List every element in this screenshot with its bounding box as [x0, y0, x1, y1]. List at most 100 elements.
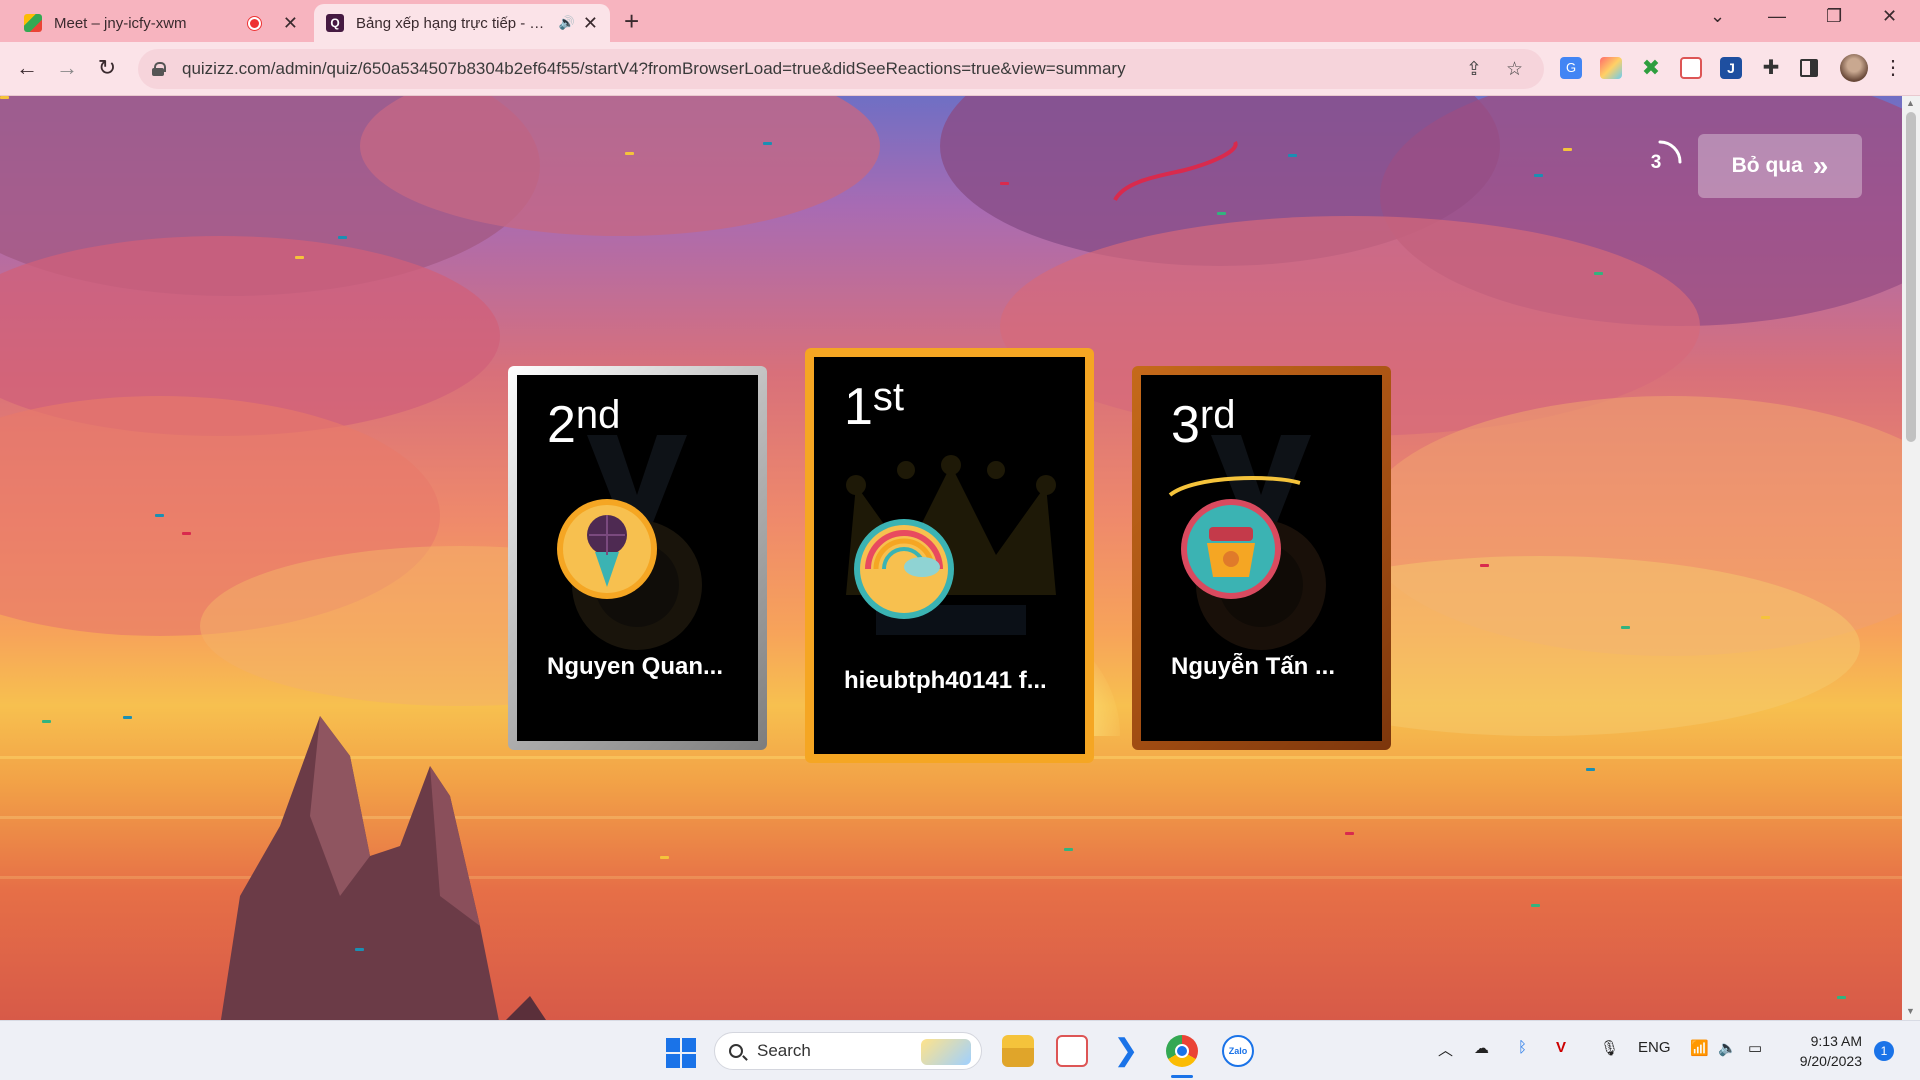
double-chevron-right-icon: » — [1812, 150, 1829, 181]
confetti — [1217, 212, 1226, 215]
tab-search-icon[interactable]: ⌄ — [1710, 6, 1725, 27]
player-name: Nguyen Quan... — [547, 653, 724, 680]
active-app-indicator — [1171, 1075, 1193, 1078]
confetti — [1563, 148, 1572, 151]
tab-meet[interactable]: Meet – jny-icfy-xwm ✕ — [12, 4, 310, 42]
star-icon[interactable]: ☆ — [1506, 58, 1523, 81]
page-scrollbar[interactable]: ▲ ▼ — [1902, 96, 1920, 1020]
speaker-icon[interactable]: 🔊 — [559, 15, 575, 31]
rank-number: 2 — [547, 396, 576, 454]
show-hidden-icons-icon[interactable]: ︿ — [1438, 1039, 1453, 1060]
confetti — [1761, 616, 1770, 619]
scrollbar-thumb[interactable] — [1906, 112, 1916, 442]
close-tab-icon[interactable]: ✕ — [283, 13, 298, 34]
menu-icon[interactable]: ⋮ — [1878, 55, 1908, 80]
rank-label: 1st — [844, 377, 904, 436]
skip-label: Bỏ qua — [1731, 154, 1803, 177]
rank-number: 1 — [844, 378, 873, 436]
new-tab-icon[interactable]: + — [624, 6, 639, 37]
confetti — [1531, 904, 1540, 907]
file-explorer-icon[interactable] — [1002, 1035, 1034, 1067]
microphone-icon[interactable]: 🎙 — [1600, 1039, 1619, 1057]
clock-date: 9/20/2023 — [1799, 1053, 1862, 1069]
confetti — [1594, 272, 1603, 275]
profile-avatar[interactable] — [1840, 54, 1868, 82]
recording-icon — [247, 16, 261, 30]
restore-icon[interactable]: ❐ — [1826, 6, 1842, 27]
sidebar-icon[interactable] — [1800, 59, 1818, 77]
confetti — [295, 256, 304, 259]
forward-icon[interactable]: → — [52, 55, 82, 81]
language-indicator[interactable]: ENG — [1638, 1039, 1671, 1056]
volume-icon[interactable]: 🔈 — [1718, 1039, 1737, 1057]
search-icon — [729, 1044, 743, 1058]
google-translate-icon[interactable]: G — [1560, 57, 1582, 79]
taskbar-search[interactable]: Search — [714, 1032, 982, 1070]
tab-quizizz-title: Bảng xếp hạng trực tiếp - Tổng kết — [356, 14, 553, 32]
extension-j-icon[interactable]: J — [1720, 57, 1742, 79]
confetti — [1621, 626, 1630, 629]
close-window-icon[interactable]: ✕ — [1882, 6, 1897, 27]
rank-label: 3rd — [1171, 395, 1236, 454]
confetti — [1480, 564, 1489, 567]
back-icon[interactable]: ← — [12, 55, 42, 81]
confetti — [625, 152, 634, 155]
rock-formation — [220, 716, 546, 1020]
confetti — [338, 236, 347, 239]
tab-meet-title: Meet – jny-icfy-xwm — [54, 14, 187, 32]
scroll-down-icon[interactable]: ▼ — [1906, 1006, 1915, 1016]
scroll-up-icon[interactable]: ▲ — [1906, 98, 1915, 108]
countdown-timer: 3 — [1636, 138, 1684, 186]
skip-button[interactable]: Bỏ qua » — [1698, 134, 1862, 198]
minimize-icon[interactable]: — — [1768, 6, 1786, 27]
vscode-icon[interactable]: ❯ — [1110, 1035, 1142, 1067]
rank-label: 2nd — [547, 395, 620, 454]
bluetooth-icon[interactable]: ᛒ — [1518, 1039, 1527, 1056]
color-picker-icon[interactable] — [1600, 57, 1622, 79]
rank-suffix: rd — [1199, 393, 1236, 437]
podium-card-third: 3rd Nguyễn Tấn ... — [1132, 366, 1391, 750]
wifi-icon[interactable]: 📶 — [1690, 1039, 1709, 1057]
rank-number: 3 — [1171, 396, 1200, 454]
confetti — [1064, 848, 1073, 851]
player-avatar-icon — [854, 519, 954, 619]
confetti — [123, 716, 132, 719]
antivirus-icon[interactable]: V — [1556, 1039, 1566, 1056]
system-clock[interactable]: 9:13 AM 9/20/2023 — [1782, 1031, 1862, 1071]
windows-taskbar: Search ❯ Zalo ︿ ☁ ᛒ V 🎙 ENG 📶 🔈 ▭ 9:13 A… — [0, 1020, 1920, 1080]
tab-strip: Meet – jny-icfy-xwm ✕ Q Bảng xếp hạng tr… — [0, 0, 1920, 42]
rank-suffix: nd — [575, 393, 621, 437]
chrome-center — [1175, 1044, 1189, 1058]
extensions-puzzle-icon[interactable]: ✚ — [1760, 57, 1782, 79]
browser-toolbar: ← → ↻ quizizz.com/admin/quiz/650a534507b… — [0, 42, 1920, 96]
onedrive-icon[interactable]: ☁ — [1474, 1039, 1489, 1057]
confetti — [763, 142, 772, 145]
confetti — [1288, 154, 1297, 157]
confetti — [0, 96, 9, 99]
close-tab-icon[interactable]: ✕ — [583, 13, 598, 34]
confetti — [1534, 174, 1543, 177]
confetti — [355, 948, 364, 951]
reload-icon[interactable]: ↻ — [92, 55, 122, 81]
search-highlight-icon — [921, 1039, 971, 1065]
confetti — [1000, 182, 1009, 185]
confetti — [660, 856, 669, 859]
player-name: hieubtph40141 f... — [844, 667, 1047, 694]
notification-badge[interactable]: 1 — [1874, 1041, 1894, 1061]
windows-start-icon[interactable] — [666, 1038, 696, 1068]
url-text[interactable]: quizizz.com/admin/quiz/650a534507b8304b2… — [182, 59, 1126, 79]
zalo-icon[interactable]: Zalo — [1222, 1035, 1254, 1067]
snipping-tool-icon[interactable] — [1056, 1035, 1088, 1067]
battery-icon[interactable]: ▭ — [1748, 1039, 1762, 1057]
address-bar[interactable]: quizizz.com/admin/quiz/650a534507b8304b2… — [138, 49, 1544, 89]
quizizz-icon: Q — [326, 14, 344, 32]
rank-suffix: st — [872, 375, 905, 419]
share-icon[interactable]: ⇪ — [1466, 58, 1482, 81]
confetti — [155, 514, 164, 517]
lock-icon[interactable] — [152, 62, 166, 76]
confetti — [1837, 996, 1846, 999]
streamer — [1113, 140, 1238, 202]
tab-quizizz[interactable]: Q Bảng xếp hạng trực tiếp - Tổng kết 🔊 ✕ — [314, 4, 610, 42]
extension-x-icon[interactable]: ✖ — [1640, 57, 1662, 79]
extension-window-icon[interactable] — [1680, 57, 1702, 79]
